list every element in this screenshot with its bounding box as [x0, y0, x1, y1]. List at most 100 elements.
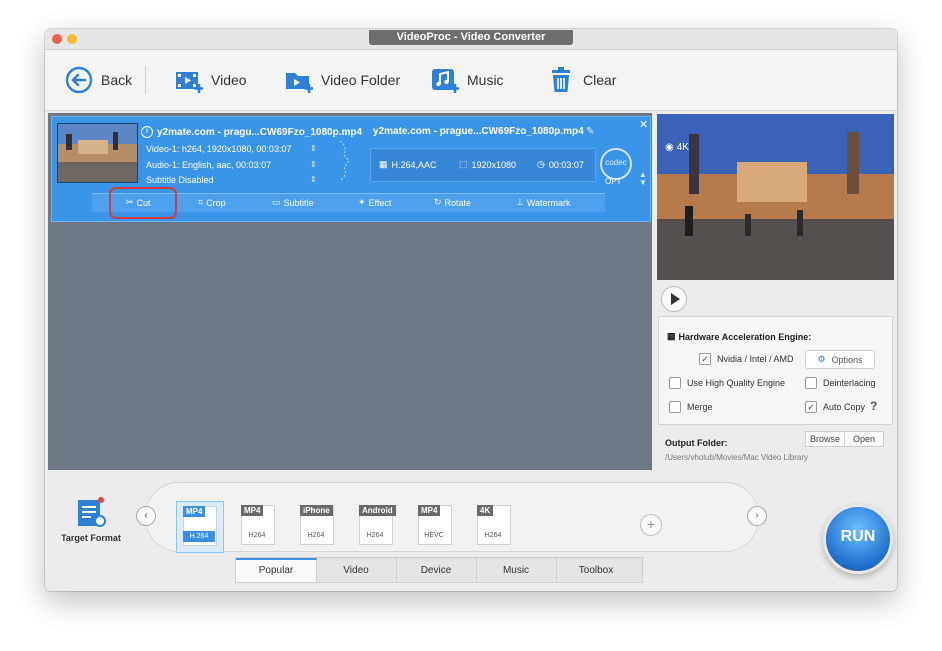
- output-format-summary: ▦ H.264,AAC ⬚ 1920x1080 ◷ 00:03:07: [370, 148, 596, 182]
- format-preset[interactable]: Android H264: [353, 501, 399, 551]
- merge-checkbox[interactable]: Merge: [669, 401, 713, 413]
- tab-video[interactable]: Video: [316, 558, 397, 582]
- subtitle-info[interactable]: Subtitle Disabled: [146, 175, 214, 185]
- audio-track-selector-icon[interactable]: ⇕: [310, 160, 317, 169]
- auto-copy-checkbox[interactable]: ✓ Auto Copy: [805, 401, 865, 413]
- rotate-icon: ↻: [434, 197, 442, 207]
- audio-track-info[interactable]: Audio-1: English, aac, 00:03:07: [146, 160, 271, 170]
- opt-stepper-icon[interactable]: ▲ ▼: [639, 171, 647, 187]
- high-quality-engine-checkbox[interactable]: Use High Quality Engine: [669, 377, 785, 389]
- format-preset[interactable]: MP4 HEVC: [412, 501, 458, 551]
- target-format-icon: [78, 497, 106, 527]
- subtitle-label: Subtitle: [283, 197, 314, 208]
- watermark-stamp-icon: ⊥: [516, 197, 524, 207]
- 4k-badge: ◉ 4K: [665, 142, 689, 153]
- rotate-button[interactable]: ↻ Rotate: [434, 197, 471, 208]
- cut-highlight-annotation: [109, 187, 177, 219]
- info-icon[interactable]: i: [141, 126, 153, 138]
- rename-pencil-icon[interactable]: ✎: [586, 126, 594, 137]
- tab-toolbox[interactable]: Toolbox: [556, 558, 636, 582]
- hq-label: Use High Quality Engine: [687, 378, 786, 388]
- add-video-folder-button[interactable]: Video Folder: [285, 64, 400, 96]
- format-panel: Target Format ‹ › MP4 H.264 MP4 H264 iPh…: [45, 471, 897, 591]
- output-folder-label: Output Folder:: [665, 438, 728, 448]
- video-preview[interactable]: ◉ 4K: [657, 114, 894, 280]
- video-track-selector-icon[interactable]: ⇕: [310, 144, 317, 153]
- minimize-window-button[interactable]: [67, 34, 77, 44]
- resolution-icon: ⬚: [459, 159, 468, 169]
- open-button[interactable]: Open: [844, 431, 884, 447]
- 4k-badge-icon: ◉: [665, 142, 674, 153]
- nvidia-intel-amd-checkbox[interactable]: ✓ Nvidia / Intel / AMD: [699, 353, 794, 365]
- video-item[interactable]: i y2mate.com - pragu...CW69Fzo_1080p.mp4…: [51, 116, 651, 222]
- chevron-left-icon[interactable]: ‹: [136, 506, 156, 526]
- format-preset[interactable]: iPhone H264: [294, 501, 340, 551]
- clear-button[interactable]: Clear: [547, 64, 616, 96]
- browse-button[interactable]: Browse: [805, 431, 845, 447]
- run-button[interactable]: RUN: [823, 504, 893, 574]
- magic-wand-icon: ✦: [358, 197, 366, 207]
- format-carousel: ‹ › MP4 H.264 MP4 H264 iPhone H264 Andro…: [136, 482, 767, 553]
- clear-label: Clear: [583, 72, 617, 88]
- trash-icon: [552, 67, 570, 92]
- autocopy-label: Auto Copy: [823, 402, 866, 412]
- back-button[interactable]: Back: [65, 64, 132, 96]
- format-preset[interactable]: MP4 H.264: [176, 501, 224, 553]
- deinterlace-label: Deinterlacing: [823, 378, 876, 388]
- video-thumbnail[interactable]: [57, 123, 138, 183]
- folder-plus-icon: [286, 73, 313, 93]
- thumbnail-image: [58, 124, 137, 182]
- tab-device[interactable]: Device: [396, 558, 477, 582]
- video-track-info[interactable]: Video-1: h264, 1920x1080, 00:03:07: [146, 144, 291, 154]
- video-folder-label: Video Folder: [321, 72, 401, 88]
- clock-icon: ◷: [537, 159, 545, 169]
- film-icon: ▦: [379, 159, 388, 169]
- format-preset[interactable]: MP4 H264: [235, 501, 281, 551]
- preview-panel: ◉ 4K ▦ Hardware Acceleration Engine: ✓ Nvid…: [655, 113, 897, 470]
- format-name: MP4: [241, 505, 264, 516]
- music-plus-icon: [432, 69, 459, 93]
- deinterlacing-checkbox[interactable]: Deinterlacing: [805, 377, 876, 389]
- preview-image: [657, 114, 894, 280]
- merge-label: Merge: [687, 402, 713, 412]
- format-name: iPhone: [300, 505, 333, 516]
- format-preset[interactable]: 4K H264: [471, 501, 517, 551]
- checkbox-checked-icon: ✓: [805, 401, 817, 413]
- hw-accel-title: ▦ Hardware Acceleration Engine:: [667, 331, 811, 342]
- target-format-button[interactable]: Target Format: [59, 497, 123, 543]
- help-icon[interactable]: ?: [870, 399, 877, 413]
- watermark-button[interactable]: ⊥ Watermark: [516, 197, 571, 208]
- opt-label[interactable]: OPT: [605, 177, 621, 186]
- film-plus-icon: [176, 72, 203, 93]
- add-format-plus-icon[interactable]: +: [640, 514, 662, 536]
- subtitle-selector-icon[interactable]: ⇕: [310, 175, 317, 184]
- tab-popular[interactable]: Popular: [236, 558, 317, 582]
- title-bar: VideoProc - Video Converter: [45, 29, 897, 50]
- format-name: Android: [359, 505, 396, 516]
- tab-music[interactable]: Music: [476, 558, 557, 582]
- add-music-button[interactable]: Music: [431, 64, 504, 96]
- add-video-button[interactable]: Video: [175, 64, 247, 96]
- format-codec: H264: [248, 532, 266, 539]
- format-codec: H264: [307, 532, 325, 539]
- video-list-panel: i y2mate.com - pragu...CW69Fzo_1080p.mp4…: [48, 113, 652, 470]
- chip-icon: ▦: [667, 331, 676, 341]
- video-label: Video: [211, 72, 247, 88]
- crop-button[interactable]: ⌗ Crop: [198, 197, 226, 208]
- checkbox-unchecked-icon: [669, 377, 681, 389]
- nvidia-label: Nvidia / Intel / AMD: [717, 354, 794, 364]
- close-window-button[interactable]: [52, 34, 62, 44]
- play-button[interactable]: [661, 286, 687, 312]
- subtitle-button[interactable]: ▭ Subtitle: [272, 197, 314, 208]
- chevron-right-icon[interactable]: ›: [747, 506, 767, 526]
- options-button[interactable]: ⚙ Options: [805, 350, 875, 369]
- codec-options-gear-icon[interactable]: codec: [600, 148, 632, 180]
- options-label: Options: [831, 354, 863, 365]
- watermark-label: Watermark: [526, 197, 571, 208]
- conversion-settings: ▦ Hardware Acceleration Engine: ✓ Nvidia /…: [658, 316, 893, 425]
- format-name: MP4: [183, 506, 206, 517]
- remove-item-icon[interactable]: ✕: [639, 118, 648, 131]
- output-codec: ▦ H.264,AAC: [379, 159, 437, 170]
- effect-button[interactable]: ✦ Effect: [358, 197, 391, 208]
- toolbar-separator: [145, 66, 146, 94]
